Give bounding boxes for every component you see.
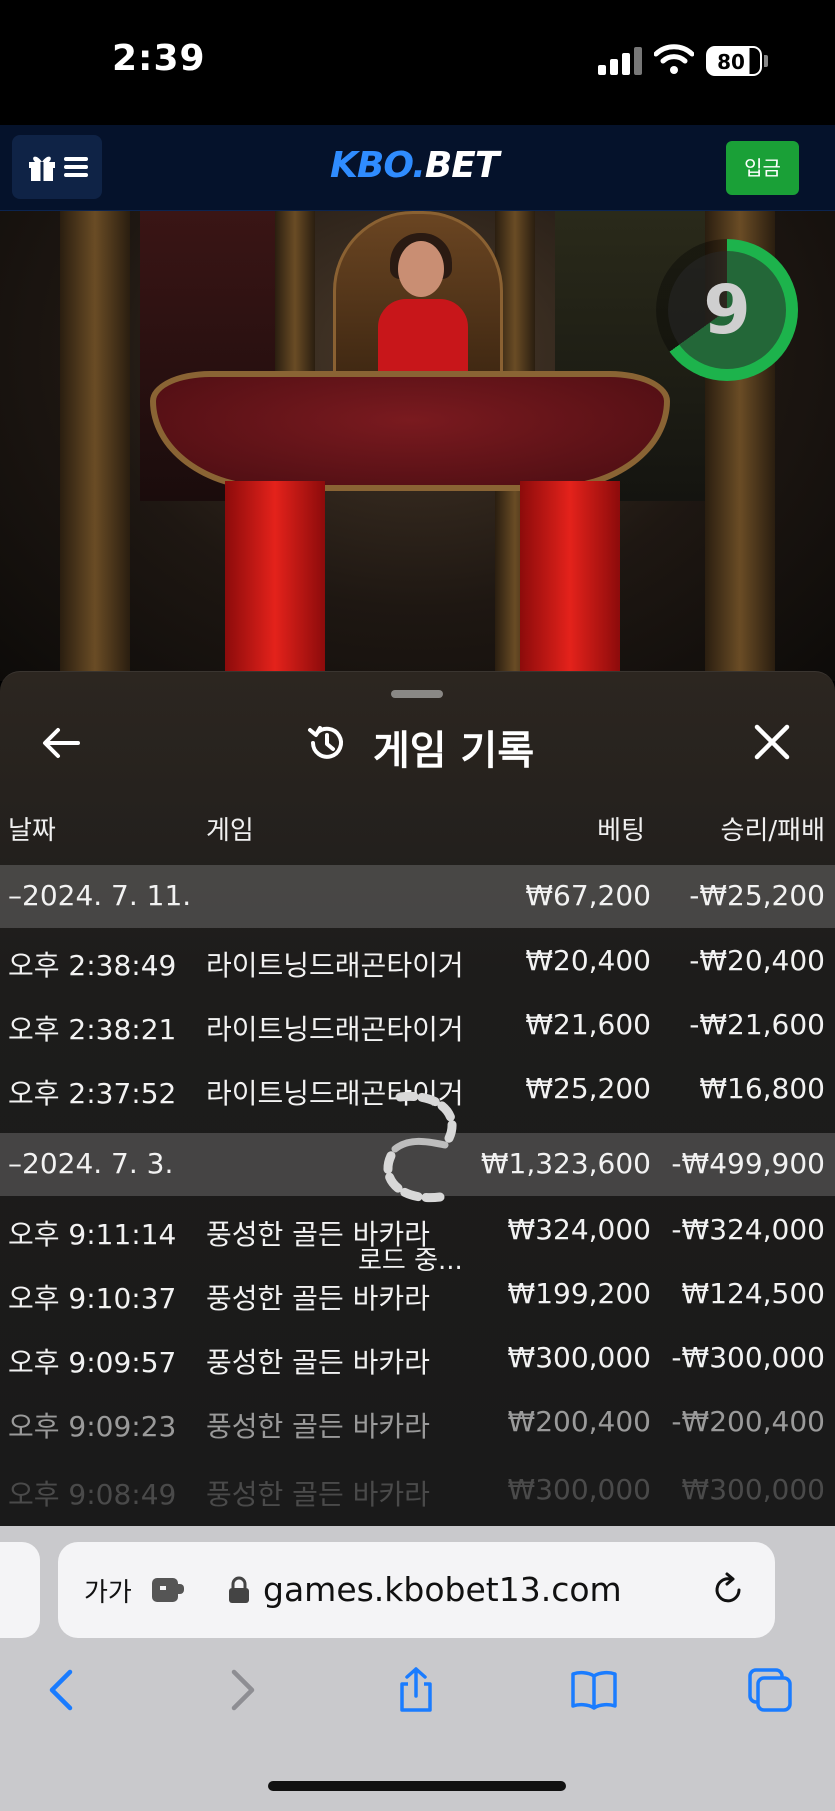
row-result: -₩324,000: [671, 1213, 825, 1246]
row-date: 오후 9:08:49: [8, 1478, 177, 1511]
table-leg-right: [520, 481, 620, 681]
forward-icon[interactable]: [218, 1666, 266, 1714]
row-date: 오후 9:10:37: [8, 1282, 177, 1315]
drag-handle[interactable]: [391, 690, 443, 698]
live-game-video: 9: [0, 211, 835, 681]
back-icon[interactable]: [38, 1666, 86, 1714]
row-bet: ₩200,400: [507, 1405, 651, 1438]
row-bet: ₩300,000: [507, 1341, 651, 1374]
row-game: 풍성한 골든 바카라: [206, 1478, 430, 1511]
table-row[interactable]: 오후 9:09:23 풍성한 골든 바카라 ₩200,400 -₩200,400: [0, 1391, 835, 1454]
timer-inner: 9: [668, 251, 786, 369]
row-bet: ₩67,200: [525, 879, 651, 912]
home-indicator: [268, 1781, 566, 1791]
group-row-date[interactable]: –2024. 7. 11. ₩67,200 -₩25,200: [0, 865, 835, 928]
wifi-icon: [654, 44, 694, 74]
battery-level: 80: [717, 50, 745, 74]
history-icon: [308, 726, 343, 759]
row-game: 풍성한 골든 바카라: [206, 1282, 430, 1315]
row-result: -₩300,000: [671, 1341, 825, 1374]
bookmarks-icon[interactable]: [570, 1666, 618, 1714]
reload-icon[interactable]: [710, 1572, 746, 1608]
battery-icon: 80: [706, 46, 762, 76]
table-leg-left: [225, 481, 325, 681]
deposit-button[interactable]: 입금: [726, 141, 799, 195]
row-bet: ₩199,200: [507, 1277, 651, 1310]
row-bet: ₩300,000: [507, 1473, 651, 1506]
row-game: 라이트닝드래곤타이거: [206, 949, 464, 982]
logo-part-2: BET: [424, 145, 500, 186]
back-arrow-icon[interactable]: [40, 722, 82, 764]
status-time: 2:39: [112, 38, 206, 79]
row-result: -₩499,900: [671, 1147, 825, 1180]
previous-tab-preview[interactable]: [0, 1542, 40, 1638]
cellular-signal-icon: [598, 47, 644, 75]
row-result: -₩20,400: [689, 944, 825, 977]
game-history-panel: 게임 기록 날짜 게임 베팅 승리/패배 –2024. 7. 11. ₩67,2…: [0, 671, 835, 1526]
row-game: 풍성한 골든 바카라: [206, 1346, 430, 1379]
page-settings-button[interactable]: 가가: [84, 1572, 132, 1609]
column-header-game: 게임: [206, 816, 254, 846]
logo-part-1: KBO.: [330, 145, 426, 186]
row-result: -₩21,600: [689, 1008, 825, 1041]
row-result: -₩200,400: [671, 1405, 825, 1438]
row-bet: ₩25,200: [525, 1072, 651, 1105]
row-game: 풍성한 골든 바카라: [206, 1410, 430, 1443]
column-header-date: 날짜: [8, 816, 56, 846]
row-date: –2024. 7. 3.: [8, 1147, 174, 1180]
menu-button[interactable]: [12, 135, 102, 199]
table-row[interactable]: 오후 2:38:49 라이트닝드래곤타이거 ₩20,400 -₩20,400: [0, 930, 835, 993]
timer-value: 9: [703, 271, 751, 350]
column-header-result: 승리/패배: [720, 816, 825, 846]
table-row[interactable]: 오후 9:09:57 풍성한 골든 바카라 ₩300,000 -₩300,000: [0, 1327, 835, 1390]
row-bet: ₩324,000: [507, 1213, 651, 1246]
row-date: 오후 9:09:57: [8, 1346, 177, 1379]
status-bar: 2:39 80: [0, 0, 835, 125]
row-date: –2024. 7. 11.: [8, 879, 192, 912]
loading-text: 로드 중...: [358, 1246, 463, 1276]
table-row[interactable]: 오후 2:38:21 라이트닝드래곤타이거 ₩21,600 -₩21,600: [0, 994, 835, 1057]
hamburger-icon: [64, 157, 88, 177]
table-row[interactable]: 오후 9:08:49 풍성한 골든 바카라 ₩300,000 ₩300,000: [0, 1459, 835, 1522]
gift-icon: [29, 156, 55, 181]
extension-icon[interactable]: [150, 1574, 186, 1606]
panel-title: 게임 기록: [373, 728, 535, 774]
countdown-timer: 9: [656, 239, 798, 381]
row-result: -₩25,200: [689, 879, 825, 912]
row-game: 라이트닝드래곤타이거: [206, 1013, 464, 1046]
lock-icon: [229, 1576, 249, 1603]
row-bet: ₩1,323,600: [480, 1147, 651, 1180]
row-date: 오후 2:38:49: [8, 949, 177, 982]
row-date: 오후 2:37:52: [8, 1077, 177, 1110]
row-bet: ₩20,400: [525, 944, 651, 977]
game-table: [150, 371, 670, 491]
battery-tip: [764, 55, 768, 67]
row-result: ₩300,000: [681, 1473, 825, 1506]
row-date: 오후 2:38:21: [8, 1013, 177, 1046]
pillar-left: [60, 211, 130, 681]
address-bar[interactable]: 가가 games.kbobet13.com: [58, 1542, 775, 1638]
row-result: ₩124,500: [681, 1277, 825, 1310]
site-logo[interactable]: KBO.BET: [330, 145, 500, 186]
column-header-bet: 베팅: [597, 816, 645, 846]
tabs-icon[interactable]: [746, 1666, 794, 1714]
dealer-head: [398, 241, 444, 297]
row-bet: ₩21,600: [525, 1008, 651, 1041]
share-icon[interactable]: [392, 1666, 440, 1714]
row-result: ₩16,800: [699, 1072, 825, 1105]
row-date: 오후 9:11:14: [8, 1218, 177, 1251]
url-text[interactable]: games.kbobet13.com: [263, 1570, 622, 1609]
close-icon[interactable]: [752, 722, 792, 762]
site-header: KBO.BET 입금: [0, 125, 835, 211]
browser-bottom-bar: 가가 games.kbobet13.com: [0, 1526, 835, 1811]
loading-spinner-icon: [383, 1091, 457, 1203]
row-date: 오후 9:09:23: [8, 1410, 177, 1443]
